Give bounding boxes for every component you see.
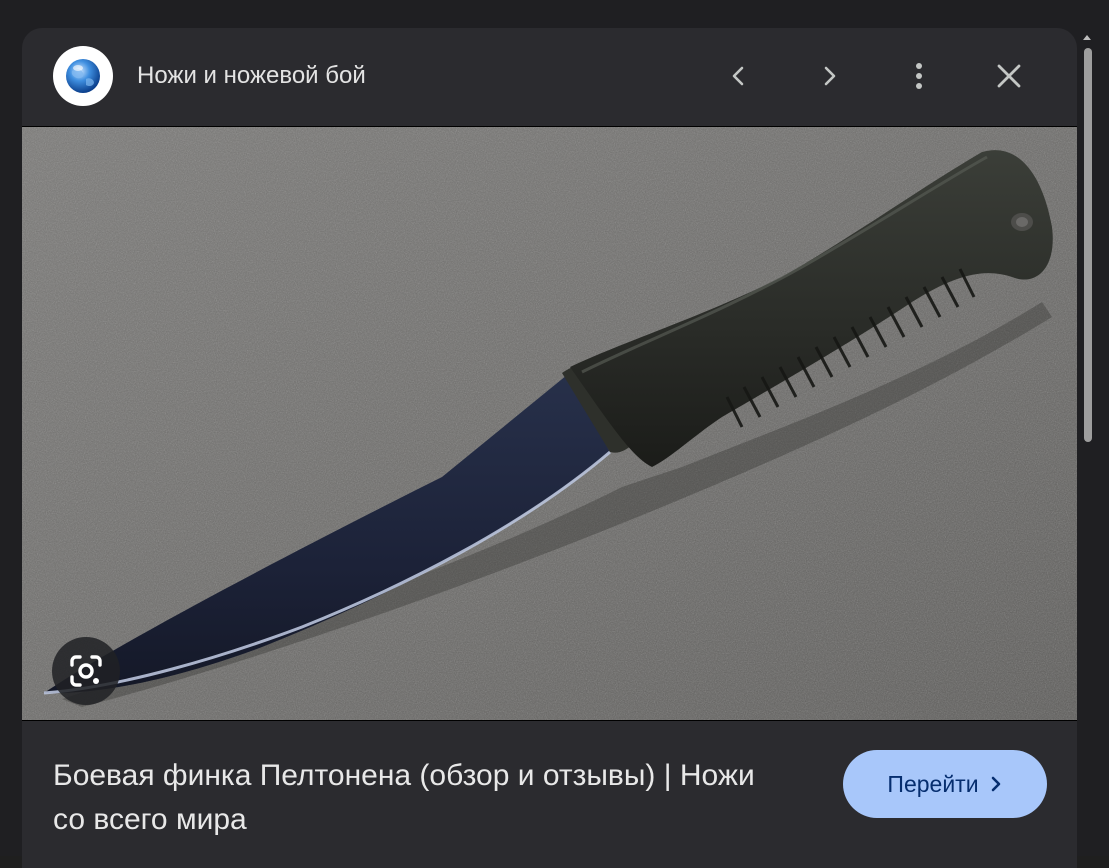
globe-icon [66,59,100,93]
panel-header: Ножи и ножевой бой [22,28,1077,126]
chevron-right-icon [991,776,1000,792]
more-vert-icon [916,63,922,89]
scroll-up-arrow-icon[interactable] [1082,32,1092,42]
image-preview-panel: Ножи и ножевой бой Боевая финка Пелтонен… [22,28,1077,868]
visit-button[interactable]: Перейти [843,750,1047,818]
visit-button-label: Перейти [887,770,979,797]
result-title[interactable]: Боевая финка Пелтонена (обзор и отзывы) … [53,754,773,842]
chevron-right-icon [824,66,836,86]
knife-photo [22,127,1077,720]
visual-search-button[interactable] [52,637,120,705]
google-lens-icon [70,655,102,687]
close-button[interactable] [985,52,1033,100]
chevron-left-icon [732,66,744,86]
preview-image[interactable] [22,126,1077,721]
scrollbar-thumb[interactable] [1084,48,1092,442]
more-options-button[interactable] [895,52,943,100]
previous-button[interactable] [715,52,763,100]
close-icon [997,64,1021,88]
site-name[interactable]: Ножи и ножевой бой [137,60,366,92]
site-favicon[interactable] [53,46,113,106]
next-button[interactable] [805,52,853,100]
